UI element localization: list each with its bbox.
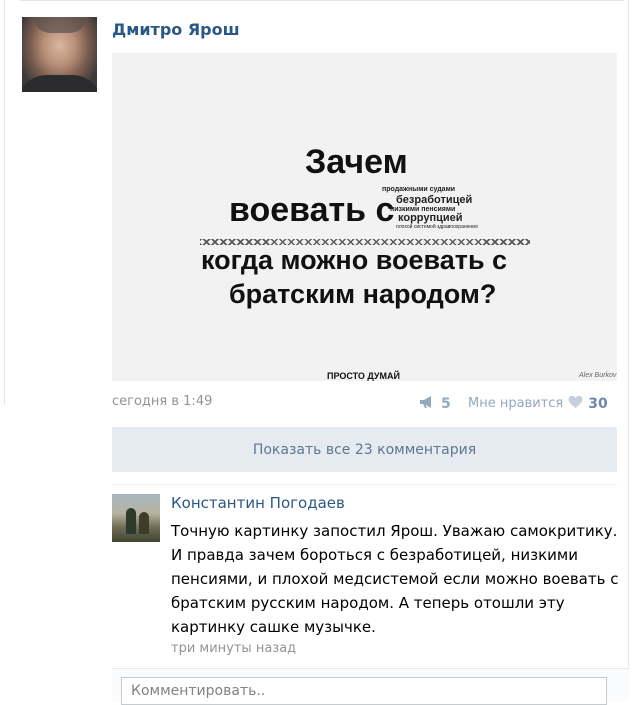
author-avatar[interactable] [22, 17, 97, 92]
avatar-figure-2 [139, 512, 149, 534]
image-line-4: братским народом? [229, 279, 497, 309]
post-author-name[interactable]: Дмитро Ярош [112, 20, 240, 39]
image-credit: Alex Burkov [579, 372, 617, 379]
image-line-1: Зачем [305, 143, 408, 181]
image-small-4: коррупцией [398, 212, 463, 224]
image-line-2: воевать с [229, 191, 395, 229]
like-button[interactable]: Мне нравится 30 [468, 394, 608, 413]
page-border-left [4, 0, 5, 405]
comment-author-name[interactable]: Константин Погодаев [171, 494, 345, 512]
comment-divider [112, 484, 617, 485]
share-count: 5 [441, 395, 451, 412]
share-button[interactable]: 5 [419, 394, 451, 413]
avatar-figure-1 [126, 508, 136, 534]
image-small-1: продажными судами [382, 186, 456, 193]
like-label: Мне нравится [468, 396, 564, 411]
like-count: 30 [588, 395, 608, 412]
megaphone-icon [419, 394, 436, 413]
image-footer: ПРОСТО ДУМАЙ [327, 371, 400, 381]
image-line-3: когда можно воевать с [201, 245, 508, 275]
avatar-hair [34, 17, 86, 33]
avatar-shoulders [22, 75, 97, 92]
post-image[interactable]: Зачем воевать с продажными судами безраб… [112, 53, 617, 381]
comment-author-avatar[interactable] [112, 494, 160, 542]
image-small-5: плохой системой здравоохранения [396, 224, 478, 230]
heart-icon [568, 394, 583, 413]
comment-input[interactable] [121, 677, 607, 705]
page-border-top [20, 0, 624, 1]
page-border-right [628, 0, 629, 700]
image-small-2: безработицей [396, 194, 473, 206]
comment-time[interactable]: три минуты назад [171, 641, 296, 656]
comment-text: Точную картинку запостил Ярош. Уважаю са… [171, 522, 619, 636]
show-all-comments-button[interactable]: Показать все 23 комментария [112, 427, 617, 472]
post-time[interactable]: сегодня в 1:49 [112, 394, 212, 409]
